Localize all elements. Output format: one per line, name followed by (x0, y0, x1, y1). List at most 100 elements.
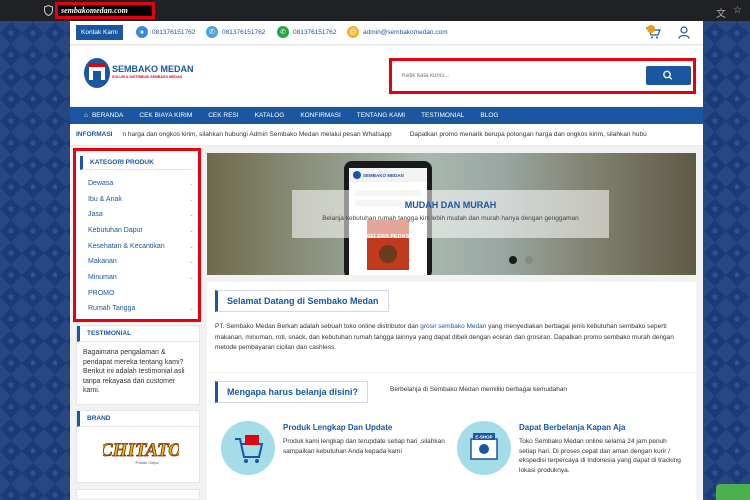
category-makanan[interactable]: Makanan ⌄ (88, 258, 194, 265)
nav-beranda[interactable]: ⌂ BERANDA (76, 112, 131, 119)
brand-heading: BRAND (77, 411, 199, 427)
category-label: Kebutuhan Dapur (88, 227, 143, 234)
chevron-down-icon: ⌄ (188, 275, 194, 281)
chitato-logo[interactable]: CHITATO Potato Chips (100, 435, 183, 467)
hero-overlay (292, 190, 609, 238)
slider-dot-1[interactable] (509, 256, 517, 264)
email-icon: @ (347, 26, 359, 38)
search-button[interactable] (646, 66, 691, 85)
browser-bar: sembakomedan.com 文 ☆ (0, 0, 750, 21)
info-label: INFORMASI (76, 131, 113, 138)
phone-contact-2[interactable]: ✆ 081376151762 (206, 26, 265, 38)
nav-testimonial[interactable]: TESTIMONIAL (413, 112, 472, 119)
logo-title: SEMBAKO MEDAN (112, 64, 194, 74)
hero-banner: SEMBAKO MEDANSELERA PEDAS MUDAH DAN MURA… (207, 153, 696, 275)
cart-badge (647, 25, 655, 33)
chevron-down-icon: ⌄ (188, 259, 194, 265)
nav-blog[interactable]: BLOG (472, 112, 506, 119)
category-ibu-anak[interactable]: Ibu & Anak ⌄ (88, 196, 194, 203)
address-bar[interactable]: sembakomedan.com (55, 2, 155, 19)
category-rumah-tangga[interactable]: Rumah Tangga ⌄ (88, 305, 194, 312)
feature-title: Produk Lengkap Dan Update (283, 423, 393, 432)
why-heading: Mengapa harus belanja disini? (215, 381, 369, 403)
whatsapp-text: 081376151762 (293, 28, 337, 36)
url-text: sembakomedan.com (61, 6, 128, 15)
store-icon (84, 58, 110, 88)
category-jasa[interactable]: Jasa ⌄ (88, 211, 194, 218)
chevron-down-icon: ⌄ (188, 228, 194, 234)
kontak-kami-button[interactable]: Kontak Kami (76, 25, 123, 40)
category-label: Minuman (88, 274, 117, 281)
site-info-icon[interactable] (44, 5, 53, 16)
logo-tagline: SOLUSI & DISTRIBUSI SEMBAKO MEDAN (112, 75, 183, 79)
welcome-text-a: PT. Sembako Medan Berkah adalah sebuah t… (215, 323, 421, 330)
chitato-subtext: Potato Chips (136, 460, 159, 465)
category-label: Dewasa (88, 180, 114, 187)
chevron-down-icon: ⌄ (188, 212, 194, 218)
nav-konfirmasi[interactable]: KONFIRMASI (292, 112, 348, 119)
feature-desc: Produk kami lengkap dan terupdate setiap… (283, 438, 445, 455)
top-bar: Kontak Kami ● 081376151762 ✆ 081376151762 … (70, 21, 703, 45)
chitato-wordmark: CHITATO (103, 440, 179, 461)
why-section: Mengapa harus belanja disini? Berbelanja… (207, 373, 696, 500)
whatsapp-icon: ✆ (277, 26, 289, 38)
nav-cek-biaya-kirim[interactable]: CEK BIAYA KIRIM (131, 112, 200, 119)
translate-icon[interactable]: 文 (716, 5, 726, 20)
search-input[interactable] (399, 67, 641, 84)
brand-panel: BRAND CHITATO Potato Chips (76, 410, 200, 483)
search-icon (663, 70, 673, 80)
welcome-heading: Selamat Datang di Sembako Medan (215, 290, 389, 312)
nav-label: BERANDA (91, 112, 124, 119)
category-promo[interactable]: PROMO (88, 290, 194, 297)
phone-brand-text: SEMBAKO MEDAN (363, 173, 404, 178)
header: SEMBAKO MEDAN SOLUSI & DISTRIBUSI SEMBAK… (70, 46, 703, 106)
chevron-down-icon: ⌄ (188, 306, 194, 312)
testimonial-heading: TESTIMONIAL (77, 326, 199, 342)
whatsapp-float-button[interactable] (716, 484, 750, 500)
feature-title: Dapat Berbelanja Kapan Aja (519, 423, 626, 432)
phone-2-text: 081376151762 (222, 28, 266, 36)
user-icon[interactable] (678, 26, 690, 39)
chevron-down-icon: ⌄ (188, 181, 194, 187)
hero-subtitle: Belanja kebutuhan rumah tangga kini lebi… (322, 215, 579, 222)
shopping-cart-icon (221, 421, 275, 475)
info-ticker: INFORMASI n harga dan ongkos kirim, sila… (70, 124, 703, 146)
category-kesehatan[interactable]: Kesehatan & Kecantikan ⌄ (88, 243, 194, 250)
category-minuman[interactable]: Minuman ⌄ (88, 274, 194, 281)
category-label: Kesehatan & Kecantikan (88, 243, 165, 250)
testimonial-text: Bagaimana pengalaman & pendapat mereka t… (83, 349, 185, 394)
slider-dot-2[interactable] (525, 256, 533, 264)
category-kebutuhan-dapur[interactable]: Kebutuhan Dapur ⌄ (88, 227, 194, 234)
whatsapp-contact[interactable]: ✆ 081376151762 (277, 26, 336, 38)
email-contact[interactable]: @ admin@sembakomedan.com (347, 26, 448, 38)
nav-tentang-kami[interactable]: TENTANG KAMI (349, 112, 413, 119)
nav-katalog[interactable]: KATALOG (247, 112, 293, 119)
hero-title: MUDAH DAN MURAH (404, 200, 497, 210)
testimonial-panel: TESTIMONIAL Bagaimana pengalaman & penda… (76, 325, 200, 405)
category-label: Jasa (88, 211, 103, 218)
grosir-link[interactable]: grosir sembako Medan (420, 323, 486, 330)
category-label: PROMO (88, 290, 115, 297)
category-label: Rumah Tangga (88, 305, 136, 312)
info-text: n harga dan ongkos kirim, silahkan hubun… (122, 131, 392, 138)
category-dewasa[interactable]: Dewasa ⌄ (88, 180, 194, 187)
email-text: admin@sembakomedan.com (363, 28, 448, 36)
eshop-label: E-SHOP (475, 435, 492, 440)
phone-contact-1[interactable]: ● 081376151762 (136, 26, 195, 38)
category-panel: KATEGORI PRODUK Dewasa ⌄ Ibu & Anak ⌄ Jasa… (73, 148, 201, 322)
nav-cek-resi[interactable]: CEK RESI (200, 112, 246, 119)
site-logo[interactable]: SEMBAKO MEDAN SOLUSI & DISTRIBUSI SEMBAK… (84, 58, 196, 88)
chevron-down-icon: ⌄ (188, 197, 194, 203)
search-box (389, 58, 696, 94)
eshop-icon: E-SHOP (457, 421, 511, 475)
home-icon: ⌂ (84, 112, 88, 119)
category-label: Ibu & Anak (88, 196, 122, 203)
phone-1-text: 081376151762 (152, 28, 196, 36)
chat-icon: ● (136, 26, 148, 38)
category-label: Makanan (88, 258, 117, 265)
page: Kontak Kami ● 081376151762 ✆ 081376151762 … (70, 21, 703, 500)
bookmark-star-icon[interactable]: ☆ (733, 5, 742, 16)
main-nav: ⌂ BERANDA CEK BIAYA KIRIM CEK RESI KATALO… (70, 107, 703, 124)
welcome-text: PT. Sembako Medan Berkah adalah sebuah t… (215, 322, 685, 354)
phone-icon: ✆ (206, 26, 218, 38)
